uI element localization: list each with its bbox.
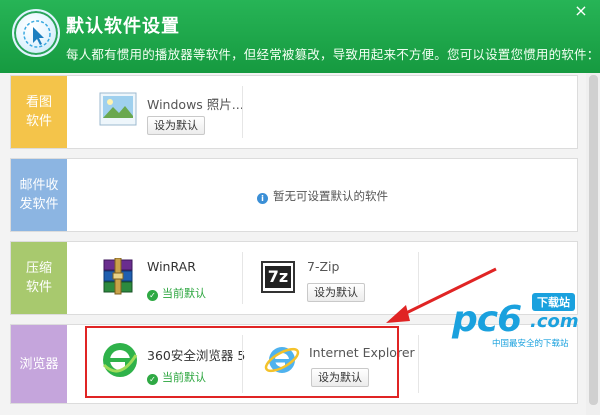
page-title: 默认软件设置 [66,16,180,37]
category-compression: 压缩 软件 [11,242,67,314]
winrar-icon [101,257,135,300]
category-image-viewer: 看图 软件 [11,76,67,148]
category-mail-client: 邮件收 发软件 [11,159,67,231]
status-label: 当前默认 [162,287,206,300]
category-label: 压缩 软件 [25,261,52,295]
slot-divider [242,86,243,138]
category-label: 浏览器 [19,356,59,372]
empty-notice: i 暂无可设置默认的软件 [257,188,388,204]
watermark-tag: 下载站 [532,293,575,311]
scrollbar-thumb[interactable] [589,75,598,405]
7zip-icon-text: 7z [265,266,291,288]
app-name: Windows 照片... [147,97,244,112]
watermark-slogan: 中国最安全的下载站 [492,339,569,349]
highlight-box [85,326,399,398]
watermark-domain: .com [530,311,579,332]
7zip-icon: 7z [261,261,295,293]
scrollbar[interactable] [586,73,600,415]
app-slot-winrar: WinRAR ✓ 当前默认 [67,242,242,314]
category-label: 邮件收 发软件 [19,178,59,212]
header-bar: 默认软件设置 每人都有惯用的播放器等软件，但经常被篡改，导致用起来不方便。您可以… [0,0,600,73]
check-icon: ✓ [147,290,158,301]
set-default-button[interactable]: 设为默认 [307,283,365,302]
close-button[interactable]: × [572,2,590,20]
watermark: pc6 下载站 .com 中国最安全的下载站 [452,293,592,353]
photo-viewer-icon [99,92,137,130]
app-logo-icon [12,9,60,57]
app-name: 7-Zip [307,259,340,274]
empty-notice-text: 暂无可设置默认的软件 [273,189,388,203]
row-image-viewer: 看图 软件 Windows 照片... 设为默认 [10,75,578,149]
page-subtitle: 每人都有惯用的播放器等软件，但经常被篡改，导致用起来不方便。您可以设置您惯用的软… [66,47,600,62]
category-browser: 浏览器 [11,325,67,403]
current-default-status: ✓ 当前默认 [147,285,206,301]
slot-divider [418,335,419,393]
app-slot-windows-photos: Windows 照片... 设为默认 [67,76,244,148]
info-icon: i [257,193,268,204]
set-default-button[interactable]: 设为默认 [147,116,205,135]
row-mail-client: 邮件收 发软件 i 暂无可设置默认的软件 [10,158,578,232]
category-label: 看图 软件 [25,95,52,129]
watermark-brand: pc6 [452,299,522,340]
app-name: WinRAR [147,259,196,274]
